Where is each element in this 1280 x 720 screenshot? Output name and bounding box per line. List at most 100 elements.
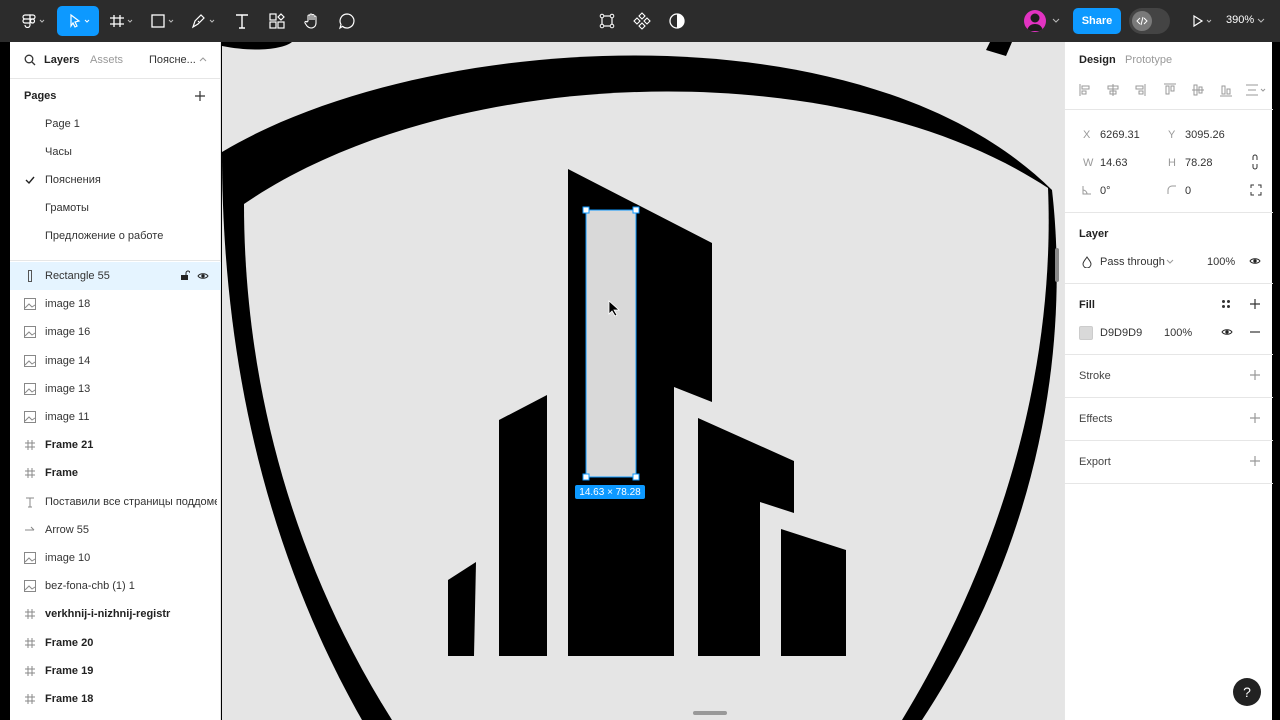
layer-row[interactable]: Поставили все страницы поддомена... (10, 488, 221, 516)
remove-fill-minus-icon[interactable] (1249, 327, 1261, 337)
toolbar: Share 390% (0, 0, 1280, 42)
move-tool-button[interactable] (57, 6, 99, 36)
layer-row[interactable]: Frame 18 (10, 685, 221, 713)
component-icon (633, 12, 651, 30)
layer-row[interactable]: Frame 21 (10, 431, 221, 459)
x-input[interactable]: 6269.31 (1100, 129, 1140, 141)
vertical-scrollbar (1055, 248, 1059, 282)
page-switcher[interactable]: Поясне... (149, 54, 196, 66)
page-item[interactable]: Грамоты (45, 202, 89, 214)
layer-label: image 13 (45, 382, 91, 395)
comment-bubble-icon (338, 13, 355, 30)
page-item[interactable]: Пояснения (45, 174, 101, 186)
create-component-button[interactable] (628, 6, 656, 36)
y-input[interactable]: 3095.26 (1185, 129, 1225, 141)
add-page-plus-icon[interactable] (194, 90, 206, 102)
horizontal-scrollbar[interactable] (693, 711, 727, 715)
fill-color-swatch[interactable] (1079, 326, 1093, 340)
layer-row[interactable]: bez-fona-chb (1) 1 (10, 572, 221, 600)
layer-row[interactable]: image 13 (10, 375, 221, 403)
page-item[interactable]: Часы (45, 146, 72, 158)
unlock-icon[interactable] (180, 270, 191, 284)
corner-radius-input[interactable]: 0 (1185, 185, 1191, 197)
layer-row[interactable]: image 16 (10, 318, 221, 346)
canvas[interactable]: 14.63 × 78.28 (222, 42, 1064, 720)
page-item[interactable]: Page 1 (45, 118, 80, 130)
align-center-h-icon (1107, 84, 1119, 96)
layer-row[interactable]: image 14 (10, 347, 221, 375)
shape-tool-button[interactable] (146, 6, 180, 36)
resources-button[interactable] (263, 6, 291, 36)
zoom-chevron-down-icon[interactable] (1257, 18, 1265, 24)
layer-row[interactable]: verkhnij-i-nizhnij-registr (10, 600, 221, 628)
frame-tool-button[interactable] (106, 6, 138, 36)
tab-prototype[interactable]: Prototype (1125, 54, 1172, 66)
layer-row[interactable]: Rectangle 55 (10, 262, 221, 290)
layer-row[interactable]: image 11 (10, 403, 221, 431)
independent-corners-icon[interactable] (1250, 184, 1262, 196)
dev-mode-toggle[interactable] (1129, 8, 1170, 34)
layer-label: Поставили все страницы поддомена... (45, 495, 217, 508)
avatar[interactable] (1024, 10, 1046, 32)
zoom-level[interactable]: 390% (1226, 14, 1254, 26)
visibility-eye-icon[interactable] (1249, 256, 1261, 266)
layer-row[interactable]: Frame 20 (10, 629, 221, 657)
style-grid-icon[interactable] (1221, 299, 1231, 309)
pen-tool-button[interactable] (187, 6, 221, 36)
hand-icon (304, 13, 317, 29)
avatar-dropdown[interactable] (1050, 6, 1062, 36)
component-frame-button[interactable] (593, 6, 621, 36)
w-input[interactable]: 14.63 (1100, 157, 1128, 169)
layer-row[interactable]: image 18 (10, 290, 221, 318)
fill-hex-input[interactable]: D9D9D9 (1100, 327, 1142, 339)
blend-chevron-down-icon[interactable] (1166, 259, 1174, 265)
tab-assets[interactable]: Assets (90, 54, 123, 66)
page-item[interactable]: Предложение о работе (45, 230, 163, 242)
h-input[interactable]: 78.28 (1185, 157, 1213, 169)
alignment-toolbar[interactable] (1077, 82, 1267, 98)
search-icon[interactable] (24, 54, 36, 66)
text-tool-button[interactable] (228, 6, 256, 36)
comment-tool-button[interactable] (333, 6, 361, 36)
add-fill-plus-icon[interactable] (1249, 298, 1261, 310)
present-button[interactable] (1186, 6, 1218, 36)
chevron-up-icon[interactable] (199, 56, 207, 62)
divider (10, 78, 221, 79)
resize-handle-br (632, 473, 640, 481)
blend-mode-select[interactable]: Pass through (1100, 256, 1165, 268)
layer-label: verkhnij-i-nizhnij-registr (45, 608, 171, 621)
resize-handle-bl (582, 473, 590, 481)
layer-eye-icon[interactable] (197, 271, 209, 284)
rectangle-layer-icon (24, 270, 36, 282)
help-button[interactable]: ? (1233, 678, 1261, 706)
layer-row[interactable]: Arrow 55 (10, 516, 221, 544)
share-button[interactable]: Share (1073, 8, 1121, 34)
mask-button[interactable] (663, 6, 691, 36)
constrain-proportions-icon[interactable] (1251, 154, 1259, 170)
fill-visibility-eye-icon[interactable] (1221, 327, 1233, 337)
top-arc (222, 42, 292, 50)
rotation-icon (1082, 186, 1091, 195)
layer-opacity-input[interactable]: 100% (1207, 256, 1235, 268)
add-effect-plus-icon[interactable] (1249, 412, 1261, 424)
selected-rectangle (585, 209, 637, 478)
play-icon (1193, 14, 1212, 28)
layer-row[interactable]: Frame (10, 459, 221, 487)
tab-layers[interactable]: Layers (44, 54, 79, 66)
add-stroke-plus-icon[interactable] (1249, 369, 1261, 381)
rotation-input[interactable]: 0° (1100, 185, 1111, 197)
layer-row[interactable]: Frame 19 (10, 657, 221, 685)
hand-tool-button[interactable] (298, 6, 326, 36)
blend-drop-icon (1082, 256, 1092, 268)
tab-design[interactable]: Design (1079, 54, 1116, 66)
divider (1065, 109, 1273, 110)
fill-section-title: Fill (1079, 299, 1095, 311)
resources-icon (269, 13, 285, 29)
layer-row[interactable]: image 10 (10, 544, 221, 572)
building-left (499, 395, 547, 656)
main-menu-button[interactable] (18, 6, 48, 36)
fill-opacity-input[interactable]: 100% (1164, 327, 1192, 339)
text-t-icon (236, 14, 248, 29)
left-panel: Layers Assets Поясне... Pages Page 1 Часы… (10, 42, 221, 720)
add-export-plus-icon[interactable] (1249, 455, 1261, 467)
